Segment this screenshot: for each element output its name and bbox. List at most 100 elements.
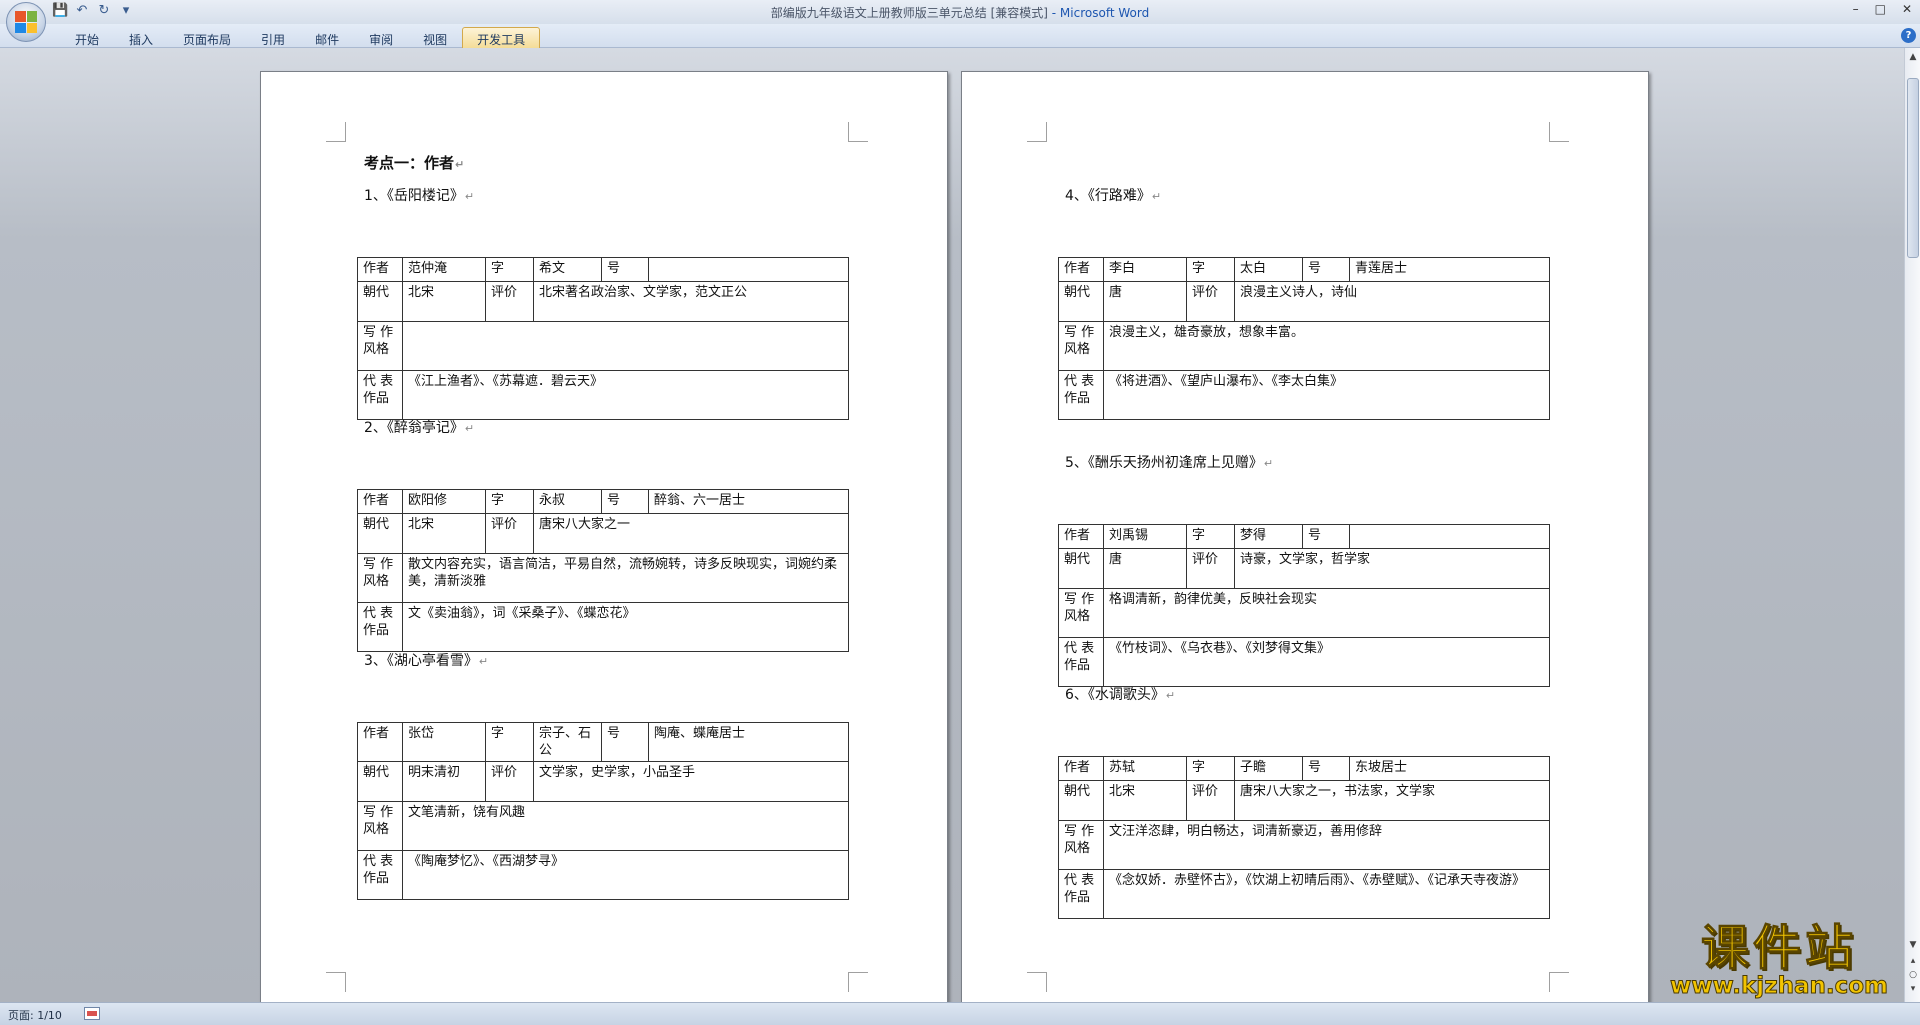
table-cell: 欧阳修 <box>402 489 486 514</box>
table-cell: 作者 <box>1058 524 1104 549</box>
help-icon[interactable]: ? <box>1901 28 1916 43</box>
watermark-url: www.kjzhan.com <box>1670 973 1889 999</box>
author-table: 作者 欧阳修字永叔号醉翁、六一居士 朝代 北宋 评价 唐宋八大家之一 写 作 风格 散文内… <box>357 489 849 652</box>
author-table: 作者 李白字太白号青莲居士 朝代唐评价 浪漫主义诗人，诗仙 写 作 风格 浪漫主义，雄… <box>1058 257 1550 420</box>
table-cell: 作者 <box>357 722 403 762</box>
app-name: - Microsoft Word <box>1047 6 1150 20</box>
crop-mark <box>326 122 346 142</box>
table-cell: 字 <box>485 722 534 762</box>
table-cell <box>402 321 849 371</box>
crop-mark <box>326 972 346 992</box>
author-table: 作者 张岱字宗子、石公号陶庵、蝶庵居士 朝代 明末清初 评价 文学家，史学家，小品圣手 … <box>357 722 849 900</box>
table-cell: 朝代 <box>357 761 403 802</box>
author-table: 作者 刘禹锡字梦得号 朝代唐评价 诗豪，文学家，哲学家 写 作 风格 格调清新，韵律优… <box>1058 524 1550 687</box>
table-cell: 散文内容充实，语言简洁，平易自然，流畅婉转，诗多反映现实，词婉约柔美，清新淡雅 <box>402 553 849 603</box>
table-cell: 张岱 <box>402 722 486 762</box>
maximize-button[interactable]: □ <box>1875 2 1886 16</box>
table-cell: 《念奴娇．赤壁怀古》，《饮湖上初晴后雨》、《赤壁赋》、《记承天寺夜游》 <box>1103 869 1550 919</box>
author-table: 作者 苏轼字子瞻号东坡居士 朝代 北宋 评价 唐宋八大家之一，书法家，文学家 写 作 风… <box>1058 756 1550 919</box>
watermark-logo: 课件站 www.kjzhan.com <box>1670 920 1889 999</box>
scroll-up-icon[interactable]: ▲ <box>1906 50 1920 64</box>
table-cell: 字 <box>485 257 534 282</box>
table-cell: 北宋 <box>402 281 486 322</box>
table-cell: 唐 <box>1103 281 1187 322</box>
crop-mark <box>1549 122 1569 142</box>
table-cell: 《江上渔者》、《苏幕遮．碧云天》 <box>402 370 849 420</box>
close-button[interactable]: ✕ <box>1902 2 1912 16</box>
table-cell: 号 <box>1302 257 1350 282</box>
table-cell: 希文 <box>533 257 602 282</box>
author-table: 作者 范仲淹字希文号 朝代 北宋 评价 北宋著名政治家、文学家，范文正公 写 作 风格 … <box>357 257 849 420</box>
table-cell: 文笔清新，饶有风趣 <box>402 801 849 851</box>
document-workspace: 考点一：作者↵ 1、《岳阳楼记》↵ 作者 范仲淹字希文号 朝代 北宋 评价 北宋著名政治… <box>0 48 1904 1002</box>
table-cell: 评价 <box>485 513 534 554</box>
minimize-button[interactable]: – <box>1853 2 1859 16</box>
table-cell: 号 <box>1302 756 1350 781</box>
table-cell: 评价 <box>485 281 534 322</box>
table-cell: 代 表 作品 <box>1058 637 1104 687</box>
table-cell: 朝代 <box>357 281 403 322</box>
table-cell: 北宋 <box>402 513 486 554</box>
table-cell: 朝代 <box>1058 548 1104 589</box>
table-cell: 浪漫主义，雄奇豪放，想象丰富。 <box>1103 321 1550 371</box>
table-cell: 《陶庵梦忆》、《西湖梦寻》 <box>402 850 849 900</box>
table-cell: 作者 <box>357 489 403 514</box>
table-cell: 文汪洋恣肆，明白畅达，词清新豪迈，善用修辞 <box>1103 820 1550 870</box>
table-cell: 号 <box>601 722 649 762</box>
crop-mark <box>848 122 868 142</box>
browse-object-icon[interactable]: ○ <box>1906 968 1920 982</box>
table-cell: 代 表 作品 <box>357 602 403 652</box>
page-indicator[interactable]: 页面: 1/10 <box>8 1007 62 1023</box>
table-cell: 字 <box>1186 756 1235 781</box>
table-cell: 明末清初 <box>402 761 486 802</box>
table-cell: 代 表 作品 <box>357 850 403 900</box>
table-cell: 唐宋八大家之一，书法家，文学家 <box>1234 780 1550 821</box>
table-cell: 作者 <box>1058 756 1104 781</box>
table-cell: 写 作 风格 <box>357 801 403 851</box>
crop-mark <box>1027 972 1047 992</box>
table-cell: 太白 <box>1234 257 1303 282</box>
office-button[interactable] <box>6 2 46 42</box>
table-cell: 宗子、石公 <box>533 722 602 762</box>
table-cell: 梦得 <box>1234 524 1303 549</box>
table-cell: 诗豪，文学家，哲学家 <box>1234 548 1550 589</box>
document-page-2: 4、《行路难》↵ 作者 李白字太白号青莲居士 朝代唐评价 浪漫主义诗人，诗仙 写 作… <box>961 71 1649 1002</box>
next-page-icon[interactable]: ▾ <box>1906 982 1920 996</box>
table-cell: 代 表 作品 <box>1058 370 1104 420</box>
table-cell: 写 作 风格 <box>357 321 403 371</box>
table-cell <box>1349 524 1550 549</box>
table-cell: 东坡居士 <box>1349 756 1550 781</box>
section-title: 5、《酬乐天扬州初逢席上见赠》↵ <box>1065 455 1274 471</box>
previous-page-icon[interactable]: ▴ <box>1906 954 1920 968</box>
table-cell: 代 表 作品 <box>357 370 403 420</box>
table-cell: 范仲淹 <box>402 257 486 282</box>
table-cell: 朝代 <box>357 513 403 554</box>
table-cell: 文《卖油翁》，词《采桑子》、《蝶恋花》 <box>402 602 849 652</box>
document-name: 部编版九年级语文上册教师版三单元总结 [兼容模式] <box>770 6 1048 20</box>
table-cell: 《竹枝词》、《乌衣巷》、《刘梦得文集》 <box>1103 637 1550 687</box>
table-cell: 北宋 <box>1103 780 1187 821</box>
scroll-down-icon[interactable]: ▼ <box>1906 938 1920 952</box>
crop-mark <box>1549 972 1569 992</box>
scrollbar-thumb[interactable] <box>1907 78 1919 258</box>
table-cell: 格调清新，韵律优美，反映社会现实 <box>1103 588 1550 638</box>
section-title: 1、《岳阳楼记》↵ <box>364 188 475 204</box>
section-title: 2、《醉翁亭记》↵ <box>364 420 475 436</box>
table-cell: 代 表 作品 <box>1058 869 1104 919</box>
table-cell: 醉翁、六一居士 <box>648 489 849 514</box>
section-heading: 考点一：作者↵ <box>364 154 465 172</box>
window-title: 部编版九年级语文上册教师版三单元总结 [兼容模式] - Microsoft Wo… <box>0 4 1920 21</box>
table-cell: 子瞻 <box>1234 756 1303 781</box>
table-cell: 评价 <box>485 761 534 802</box>
ribbon-tab-bar: 开始 插入 页面布局 引用 邮件 审阅 视图 开发工具 ? <box>0 24 1920 52</box>
table-cell: 评价 <box>1186 281 1235 322</box>
watermark-title: 课件站 <box>1700 920 1857 976</box>
section-title: 3、《湖心亭看雪》↵ <box>364 653 489 669</box>
table-cell: 字 <box>1186 257 1235 282</box>
table-cell: 浪漫主义诗人，诗仙 <box>1234 281 1550 322</box>
table-cell: 朝代 <box>1058 780 1104 821</box>
title-bar: 💾 ↶ ↻ ▾ 部编版九年级语文上册教师版三单元总结 [兼容模式] - Micr… <box>0 0 1920 42</box>
proofing-status-icon[interactable] <box>84 1007 100 1020</box>
vertical-scrollbar[interactable]: ▲ ▼ ▴ ○ ▾ <box>1904 48 1920 1002</box>
table-cell: 青莲居士 <box>1349 257 1550 282</box>
